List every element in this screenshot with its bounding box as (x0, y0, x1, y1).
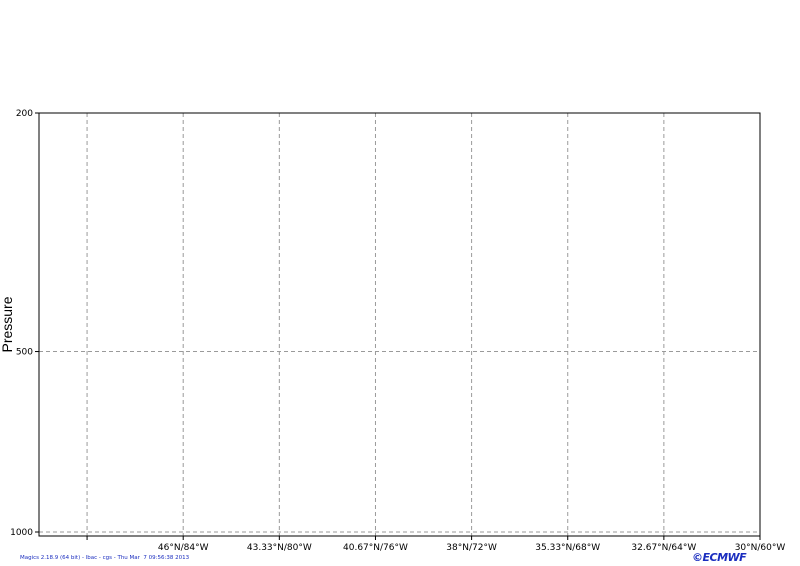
footer-note: Magics 2.18.9 (64 bit) - lbac - cgs - Th… (20, 555, 190, 561)
axis-ticks (35, 112, 761, 540)
y-axis-label: Pressure (0, 296, 15, 352)
x-tick-label: 43.33°N/80°W (247, 543, 312, 553)
chart-canvas: 200 500 1000 46°N/84°W 43.33°N/80°W 40.67°N/7… (0, 0, 800, 566)
x-tick-label: 40.67°N/76°W (343, 543, 408, 553)
cross-section-plot: 200 500 1000 46°N/84°W 43.33°N/80°W 40.67°N/7… (0, 109, 785, 553)
x-tick-label: 32.67°N/64°W (631, 543, 696, 553)
plot-frame (38, 112, 761, 537)
x-tick-label: 46°N/84°W (158, 543, 209, 553)
ecmwf-logo: ©ECMWF (692, 551, 747, 564)
tick-labels: 200 500 1000 46°N/84°W 43.33°N/80°W 40.67°N/7… (10, 109, 785, 553)
y-tick-label: 1000 (10, 528, 33, 538)
y-tick-label: 200 (16, 109, 33, 119)
x-tick-label: 38°N/72°W (446, 543, 497, 553)
y-tick-label: 500 (16, 348, 33, 358)
grid-lines (39, 113, 760, 536)
x-tick-label: 35.33°N/68°W (535, 543, 600, 553)
